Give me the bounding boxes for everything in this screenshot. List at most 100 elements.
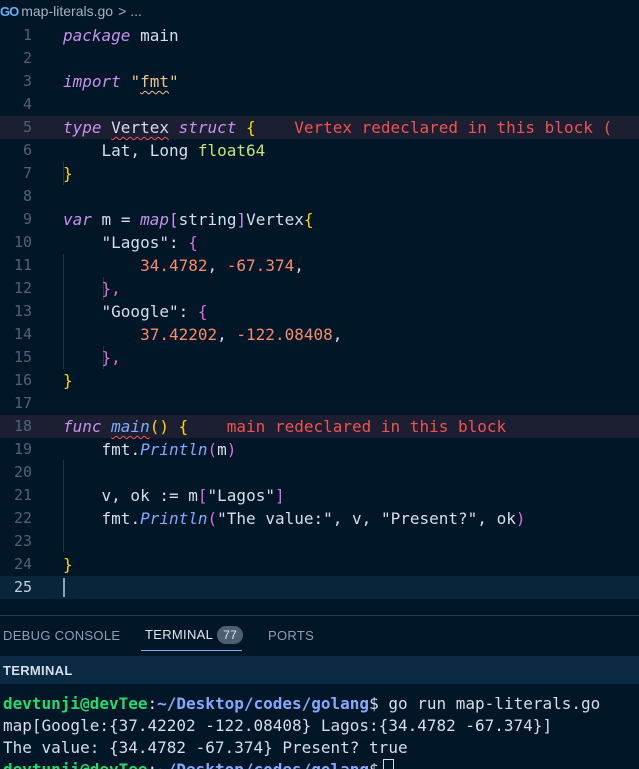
function-name: main	[111, 417, 150, 436]
code-line[interactable]: 15 },	[0, 346, 639, 369]
tab-ports[interactable]: PORTS	[268, 628, 314, 643]
map-key: "Lagos"	[101, 233, 169, 252]
brace: },	[101, 348, 121, 367]
terminal-view[interactable]: devtunji@devTee:~/Desktop/codes/golang$ …	[0, 684, 639, 769]
code-line-error[interactable]: 18 func main() { main redeclared in this…	[0, 415, 639, 438]
code-line[interactable]: 23	[0, 530, 639, 553]
tab-debug-console[interactable]: DEBUG CONSOLE	[3, 628, 120, 643]
prompt-path: ~/Desktop/codes/golang	[157, 694, 370, 713]
function-call: Println	[140, 509, 208, 528]
line-number: 15	[13, 348, 32, 366]
line-number: 8	[22, 187, 32, 205]
terminal-count-badge: 77	[217, 626, 244, 644]
line-number: 21	[13, 486, 32, 504]
keyword: var	[63, 210, 92, 229]
line-number: 4	[22, 95, 32, 113]
number: 34.4782	[140, 256, 208, 275]
code-line[interactable]: 13 "Google": {	[0, 300, 639, 323]
parens: ()	[149, 417, 169, 436]
bracket: [	[197, 486, 208, 505]
tab-terminal-label: TERMINAL	[145, 627, 214, 642]
keyword: struct	[178, 118, 237, 137]
brace: },	[101, 279, 121, 298]
code-line[interactable]: 3 import "fmt"	[0, 70, 639, 93]
identifier: ok	[496, 509, 516, 528]
line-number: 20	[13, 463, 32, 481]
code-line[interactable]: 21 v, ok := m["Lagos"]	[0, 484, 639, 507]
code-line-current[interactable]: 25	[0, 576, 639, 599]
active-tab-indicator	[141, 650, 242, 651]
keyword: type	[63, 118, 102, 137]
breadcrumb-ellipsis[interactable]: ...	[130, 3, 142, 19]
breadcrumb: GO map-literals.go > ...	[0, 0, 639, 22]
map-key: "Google"	[101, 302, 179, 321]
paren: (	[207, 440, 218, 459]
keyword: import	[63, 72, 121, 91]
code-line[interactable]: 19 fmt.Println(m)	[0, 438, 639, 461]
prompt-user: devtunji@devTee	[3, 694, 148, 713]
code-line-error[interactable]: 5 type Vertex struct { Vertex redeclared…	[0, 116, 639, 139]
package-name: fmt	[101, 440, 131, 459]
code-line[interactable]: 1 package main	[0, 24, 639, 47]
terminal-line[interactable]: devtunji@devTee:~/Desktop/codes/golang$	[3, 759, 394, 769]
package-name: fmt	[101, 509, 131, 528]
code-line[interactable]: 22 fmt.Println("The value:", v, "Present…	[0, 507, 639, 530]
string: "The value:"	[217, 509, 333, 528]
string: "	[168, 72, 179, 91]
inline-error-message: Vertex redeclared in this block (	[294, 118, 613, 137]
code-editor[interactable]: 1 package main 2 3 import "fmt" 4 5 type…	[0, 24, 639, 606]
field-names: Lat, Long	[101, 141, 189, 160]
string: "	[130, 72, 141, 91]
bracket: ]	[236, 210, 247, 229]
line-number: 14	[13, 325, 32, 343]
identifier: m	[188, 486, 198, 505]
brace: {	[188, 233, 198, 252]
comma: ,	[207, 256, 218, 275]
brace: }	[63, 164, 73, 183]
code-line[interactable]: 10 "Lagos": {	[0, 231, 639, 254]
identifier: m	[101, 210, 112, 229]
identifier: main	[140, 26, 179, 45]
line-number: 6	[22, 141, 32, 159]
import-path: fmt	[140, 72, 169, 91]
terminal-cursor	[382, 759, 394, 769]
inline-error-message: main redeclared in this block	[226, 417, 507, 436]
code-line[interactable]: 9 var m = map[string]Vertex{	[0, 208, 639, 231]
code-line[interactable]: 20	[0, 461, 639, 484]
code-line[interactable]: 16 }	[0, 369, 639, 392]
code-line[interactable]: 11 34.4782, -67.374,	[0, 254, 639, 277]
line-number: 25	[13, 578, 32, 596]
code-line[interactable]: 4	[0, 93, 639, 116]
code-line[interactable]: 8	[0, 185, 639, 208]
code-line[interactable]: 6 Lat, Long float64	[0, 139, 639, 162]
keyword: func	[63, 417, 102, 436]
colon: :	[178, 302, 189, 321]
code-line[interactable]: 7 }	[0, 162, 639, 185]
comma: ,	[332, 509, 343, 528]
string: "Lagos"	[207, 486, 275, 505]
type: float64	[197, 141, 266, 160]
panel-tab-bar: DEBUG CONSOLE TERMINAL 77 PORTS	[0, 616, 639, 656]
terminal-output-line: map[Google:{37.42202 -122.08408} Lagos:{…	[3, 716, 553, 735]
line-number: 3	[22, 72, 32, 90]
code-line[interactable]: 14 37.42202, -122.08408,	[0, 323, 639, 346]
line-number: 13	[13, 302, 32, 320]
prompt-end: $	[369, 760, 379, 769]
code-line[interactable]: 12 },	[0, 277, 639, 300]
go-file-icon: GO	[0, 3, 19, 19]
line-number: 2	[22, 49, 32, 67]
code-line[interactable]: 2	[0, 47, 639, 70]
code-line[interactable]: 24 }	[0, 553, 639, 576]
keyword: package	[63, 26, 131, 45]
bracket: [	[169, 210, 179, 229]
code-line[interactable]: 17	[0, 392, 639, 415]
string: "Present?"	[380, 509, 478, 528]
breadcrumb-file[interactable]: map-literals.go	[21, 3, 113, 19]
line-number: 17	[13, 394, 32, 412]
number: -122.08408	[236, 325, 333, 344]
operator: :=	[159, 486, 179, 505]
tab-terminal[interactable]: TERMINAL 77	[145, 626, 244, 644]
number: 37.42202	[140, 325, 218, 344]
line-number: 18	[13, 417, 32, 435]
line-number: 11	[13, 256, 32, 274]
